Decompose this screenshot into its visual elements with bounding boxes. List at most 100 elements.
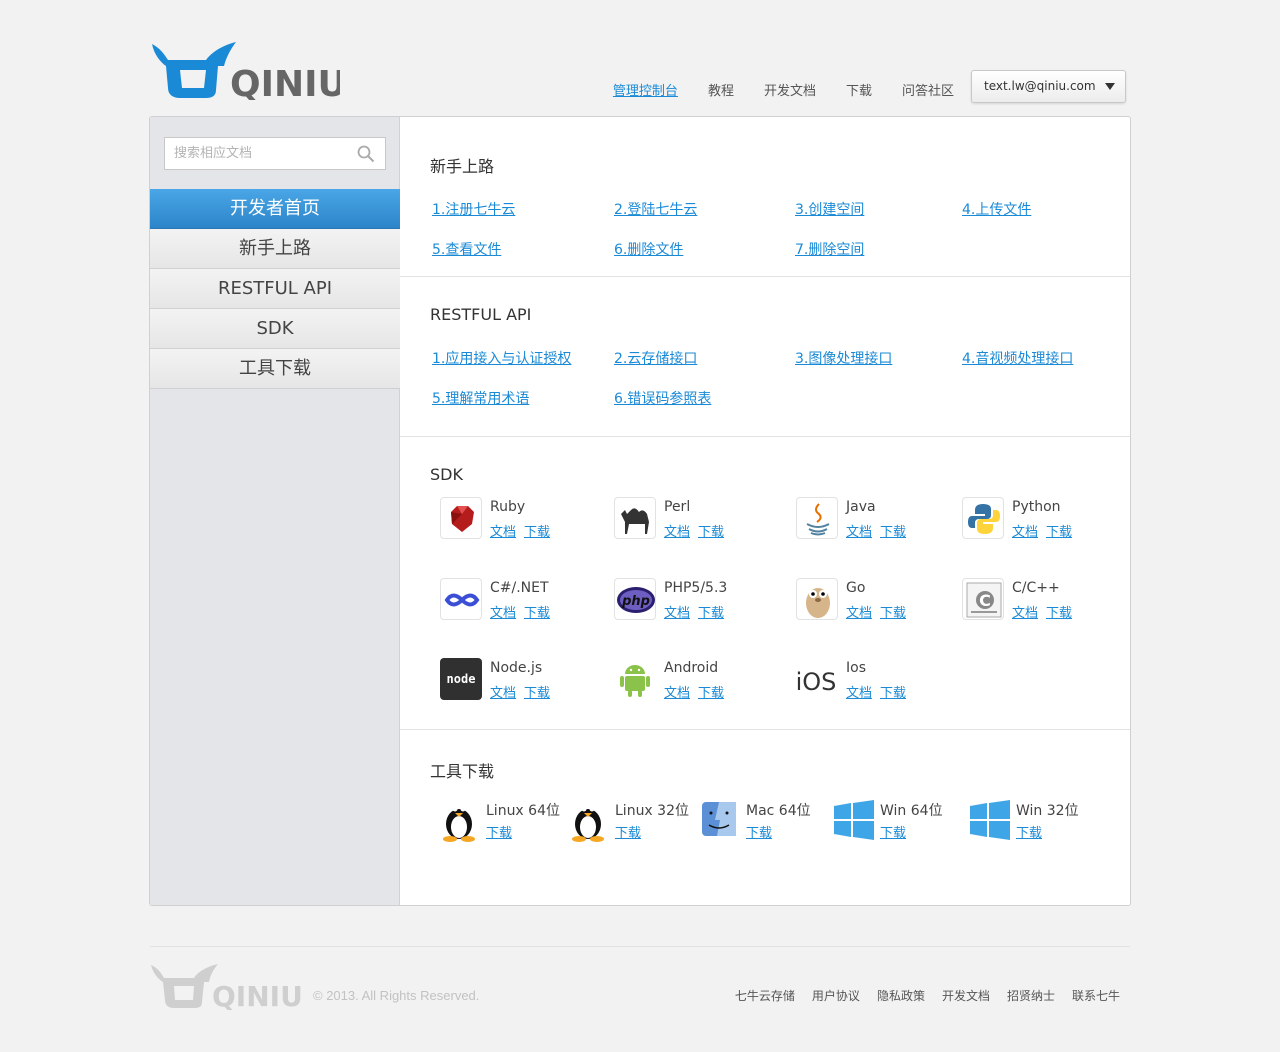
svg-text:node: node [447,672,476,686]
nav-console[interactable]: 管理控制台 [613,80,678,99]
sdk-name: C#/.NET [490,580,549,596]
section-title: SDK [430,465,463,484]
section-restful-api: RESTFUL API 1.应用接入与认证授权 2.云存储接口 3.图像处理接口… [400,277,1130,437]
search-input[interactable] [165,138,345,169]
link-app-auth[interactable]: 1.应用接入与认证授权 [432,348,571,368]
tool-download-link[interactable]: 下载 [486,822,512,841]
footer-link-careers[interactable]: 招贤纳士 [1007,987,1055,1004]
sidebar-item-restful-api[interactable]: RESTFUL API [150,269,400,309]
sdk-download-link[interactable]: 下载 [880,682,906,701]
top-nav: 管理控制台 教程 开发文档 下载 问答社区 [583,80,954,99]
nav-dev-docs[interactable]: 开发文档 [764,80,816,99]
link-terms[interactable]: 5.理解常用术语 [432,388,529,408]
sdk-name: Ruby [490,499,526,515]
footer-link-dev-docs[interactable]: 开发文档 [942,987,990,1004]
svg-text:C: C [979,591,991,610]
section-title: 新手上路 [430,157,495,176]
tool-download-link[interactable]: 下载 [1016,822,1042,841]
nav-download[interactable]: 下载 [846,80,872,99]
sdk-download-link[interactable]: 下载 [524,602,550,621]
python-icon [962,497,1004,539]
sdk-doc-link[interactable]: 文档 [490,682,516,701]
sdk-doc-link[interactable]: 文档 [1012,521,1038,540]
tool-mac-64: Mac 64位 下载 [700,798,840,848]
tool-win-32: Win 32位 下载 [970,798,1110,848]
java-icon [796,497,838,539]
tool-download-link[interactable]: 下载 [746,822,772,841]
user-account-dropdown[interactable]: text.lw@qiniu.com [971,70,1126,103]
sdk-doc-link[interactable]: 文档 [490,521,516,540]
link-register[interactable]: 1.注册七牛云 [432,199,515,219]
sdk-name: Node.js [490,660,543,676]
sdk-php: php PHP5/5.3 文档 下载 [614,578,774,628]
mac-finder-icon [700,798,740,842]
qiniu-logo[interactable]: QINIU [150,40,347,105]
linux-penguin-icon [569,798,609,842]
linux-penguin-icon [440,798,480,842]
nav-qa-community[interactable]: 问答社区 [902,80,954,99]
section-sdk: SDK Ruby 文档 下载 Perl 文档 下载 Java 文档 下载 Pyt… [400,437,1130,730]
sdk-download-link[interactable]: 下载 [698,602,724,621]
link-av-api[interactable]: 4.音视频处理接口 [962,348,1073,368]
sdk-name: PHP5/5.3 [664,580,728,596]
sdk-download-link[interactable]: 下载 [698,521,724,540]
sdk-python: Python 文档 下载 [962,497,1122,547]
tool-win-64: Win 64位 下载 [834,798,974,848]
svg-text:php: php [621,594,650,609]
tool-download-link[interactable]: 下载 [615,822,641,841]
php-icon: php [614,578,656,620]
nav-tutorial[interactable]: 教程 [708,80,734,99]
sdk-perl: Perl 文档 下载 [614,497,774,547]
sdk-doc-link[interactable]: 文档 [664,521,690,540]
link-login[interactable]: 2.登陆七牛云 [614,199,697,219]
sdk-go: Go 文档 下载 [796,578,956,628]
link-upload-file[interactable]: 4.上传文件 [962,199,1031,219]
sdk-doc-link[interactable]: 文档 [846,682,872,701]
section-tools-download: 工具下载 Linux 64位 下载 Linux 32位 下载 Mac 64位 下… [400,730,1130,905]
sdk-doc-link[interactable]: 文档 [846,521,872,540]
sidebar-item-dev-home[interactable]: 开发者首页 [150,189,400,229]
search-icon[interactable] [357,145,375,163]
sdk-download-link[interactable]: 下载 [880,521,906,540]
link-view-file[interactable]: 5.查看文件 [432,239,501,259]
sdk-doc-link[interactable]: 文档 [846,602,872,621]
link-delete-file[interactable]: 6.删除文件 [614,239,683,259]
c-book-icon: C [962,578,1004,620]
sidebar-nav: 开发者首页 新手上路 RESTFUL API SDK 工具下载 [150,189,400,389]
sdk-android: Android 文档 下载 [614,658,774,708]
section-title: RESTFUL API [430,305,532,324]
sidebar-item-getting-started[interactable]: 新手上路 [150,229,400,269]
sdk-download-link[interactable]: 下载 [880,602,906,621]
footer-link-qiniu-storage[interactable]: 七牛云存储 [735,987,795,1004]
sdk-download-link[interactable]: 下载 [524,682,550,701]
footer-link-contact[interactable]: 联系七牛 [1072,987,1120,1004]
sdk-ruby: Ruby 文档 下载 [440,497,600,547]
android-icon [614,658,656,700]
tool-download-link[interactable]: 下载 [880,822,906,841]
sdk-nodejs: node Node.js 文档 下载 [440,658,600,708]
sdk-download-link[interactable]: 下载 [698,682,724,701]
sdk-download-link[interactable]: 下载 [524,521,550,540]
sdk-doc-link[interactable]: 文档 [490,602,516,621]
link-error-codes[interactable]: 6.错误码参照表 [614,388,711,408]
footer-divider [150,946,1130,947]
footer-link-user-agreement[interactable]: 用户协议 [812,987,860,1004]
sdk-doc-link[interactable]: 文档 [664,602,690,621]
user-email: text.lw@qiniu.com [984,79,1096,93]
link-image-api[interactable]: 3.图像处理接口 [795,348,892,368]
sidebar-item-tools-download[interactable]: 工具下载 [150,349,400,389]
chevron-down-icon[interactable] [1105,83,1115,90]
sdk-download-link[interactable]: 下载 [1046,602,1072,621]
link-delete-bucket[interactable]: 7.删除空间 [795,239,864,259]
sdk-download-link[interactable]: 下载 [1046,521,1072,540]
sdk-doc-link[interactable]: 文档 [1012,602,1038,621]
footer-link-privacy[interactable]: 隐私政策 [877,987,925,1004]
link-create-bucket[interactable]: 3.创建空间 [795,199,864,219]
sdk-doc-link[interactable]: 文档 [664,682,690,701]
link-storage-api[interactable]: 2.云存储接口 [614,348,697,368]
tool-name: Linux 64位 [486,803,560,819]
camel-icon [614,497,656,539]
footer-logo[interactable]: QINIU [150,962,305,1014]
sidebar-item-sdk[interactable]: SDK [150,309,400,349]
ios-icon: iOS [796,658,838,700]
